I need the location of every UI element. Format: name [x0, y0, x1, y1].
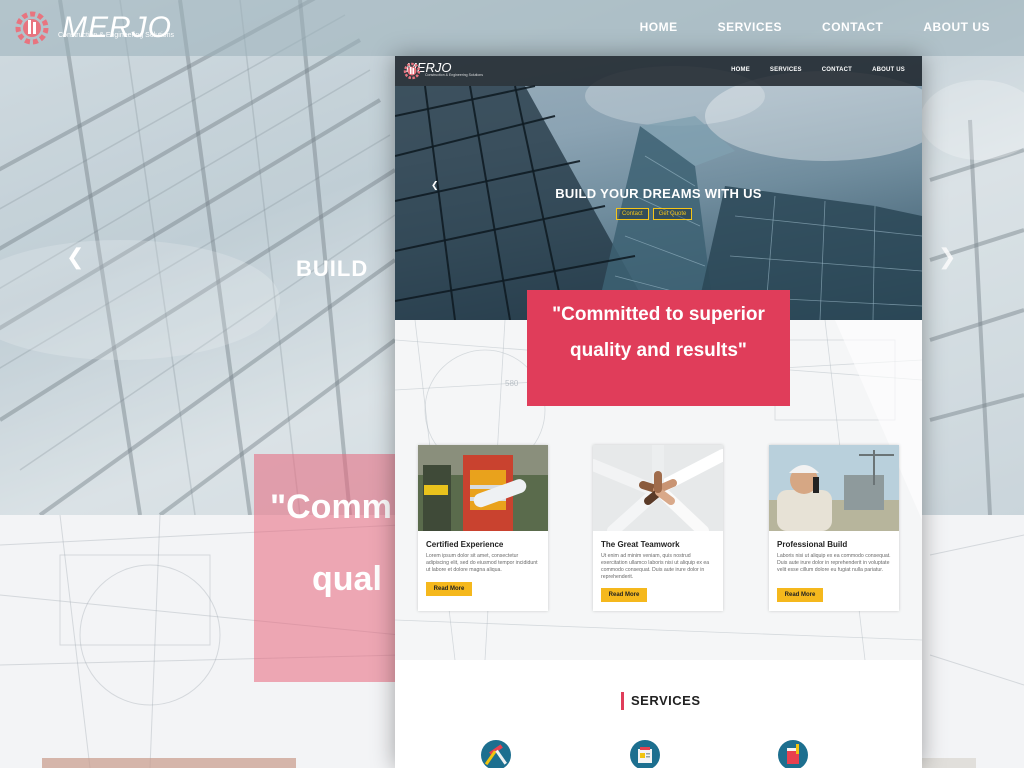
- hero-buttons: Contact Get Quote: [616, 208, 693, 220]
- background-nav: HOME SERVICES CONTACT ABOUT US: [640, 20, 990, 34]
- blueprint-icon[interactable]: [630, 740, 660, 768]
- background-hero-text: BUILD: [296, 256, 369, 281]
- feature-card: The Great Teamwork Ut enim ad minim veni…: [593, 445, 723, 611]
- paint-bucket-icon[interactable]: [778, 740, 808, 768]
- nav-about-us[interactable]: ABOUT US: [872, 67, 905, 73]
- read-more-button[interactable]: Read More: [777, 588, 823, 602]
- nav-services[interactable]: SERVICES: [770, 67, 802, 73]
- card-image-workers: [418, 445, 548, 531]
- background-brand-tagline: Construction & Engineering Solutions: [58, 32, 174, 39]
- hero-image: MERJO Construction & Engineering Solutio…: [395, 56, 922, 320]
- gear-logo-icon: [403, 62, 421, 80]
- background-header: MERJO Construction & Engineering Solutio…: [0, 0, 1024, 56]
- card-description: Lorem ipsum dolor sit amet, consectetur …: [426, 553, 538, 573]
- brand-tagline: Construction & Engineering Solutions: [425, 73, 483, 77]
- get-quote-button[interactable]: Get Quote: [652, 208, 693, 220]
- feature-card: Certified Experience Lorem ipsum dolor s…: [418, 445, 548, 611]
- card-title: Professional Build: [777, 540, 848, 549]
- background-nav-services[interactable]: SERVICES: [718, 20, 782, 34]
- read-more-button[interactable]: Read More: [601, 588, 647, 602]
- chevron-left-icon[interactable]: ❮: [66, 244, 84, 270]
- quote-line2: quality and results": [570, 340, 747, 361]
- svg-text:580: 580: [505, 379, 519, 388]
- site-header: MERJO Construction & Engineering Solutio…: [395, 56, 922, 86]
- background-nav-home[interactable]: HOME: [640, 20, 678, 34]
- background-nav-about[interactable]: ABOUT US: [923, 20, 990, 34]
- card-description: Ut enim ad minim veniam, quis nostrud ex…: [601, 553, 710, 580]
- background-logo: MERJO: [10, 8, 172, 48]
- services-accent-bar: [621, 692, 624, 710]
- hero-headline: BUILD YOUR DREAMS WITH US: [555, 186, 762, 201]
- nav-home[interactable]: HOME: [731, 67, 750, 73]
- card-description: Laboris nisi ut aliquip ex ea commodo co…: [777, 553, 891, 573]
- chevron-right-icon[interactable]: ❯: [938, 244, 956, 270]
- nav-contact[interactable]: CONTACT: [822, 67, 852, 73]
- card-title: Certified Experience: [426, 540, 504, 549]
- services-heading: SERVICES: [631, 693, 701, 708]
- quote-line1: "Committed to superior: [552, 304, 765, 325]
- feature-card: Professional Build Laboris nisi ut aliqu…: [769, 445, 899, 611]
- background-quote-line1: "Comm: [270, 488, 392, 526]
- tools-icon[interactable]: [481, 740, 511, 768]
- background-quote-line2: qual: [312, 560, 382, 598]
- read-more-button[interactable]: Read More: [426, 582, 472, 596]
- card-image-engineer: [769, 445, 899, 531]
- background-card-thumbnail: [42, 758, 296, 768]
- gear-logo-icon: [15, 11, 49, 45]
- card-title: The Great Teamwork: [601, 540, 680, 549]
- main-nav: HOME SERVICES CONTACT ABOUT US: [731, 67, 905, 73]
- quote-banner: "Committed to superior quality and resul…: [527, 290, 790, 406]
- background-card-thumbnail: [916, 758, 976, 768]
- website-mockup: MERJO Construction & Engineering Solutio…: [395, 56, 922, 768]
- contact-button[interactable]: Contact: [616, 208, 649, 220]
- background-nav-contact[interactable]: CONTACT: [822, 20, 883, 34]
- card-image-teamwork: [593, 445, 723, 531]
